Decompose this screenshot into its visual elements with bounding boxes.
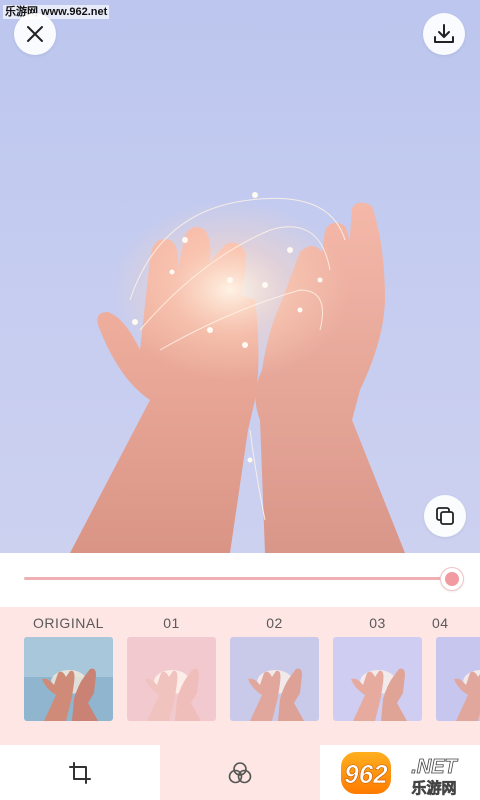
hands-with-lights-photo xyxy=(70,192,405,553)
filter-circles-icon xyxy=(228,761,252,783)
site-logo-watermark: 962 .NET 乐游网 xyxy=(339,750,459,797)
crop-icon xyxy=(69,761,91,784)
photo-preview: 乐游网 www.962.net xyxy=(0,0,480,553)
svg-text:乐游网: 乐游网 xyxy=(411,779,456,797)
filter-item-03[interactable]: 03 xyxy=(333,607,422,745)
filter-item-01[interactable]: 01 xyxy=(127,607,216,745)
crop-tool-button[interactable] xyxy=(0,745,160,800)
intensity-slider[interactable] xyxy=(0,553,480,607)
filter-item-02[interactable]: 02 xyxy=(230,607,319,745)
filter-tool-button[interactable] xyxy=(160,745,320,800)
compare-icon xyxy=(436,507,454,525)
slider-thumb[interactable] xyxy=(441,568,463,590)
download-icon xyxy=(434,24,454,43)
download-button[interactable] xyxy=(423,13,465,55)
svg-text:.NET: .NET xyxy=(411,756,458,778)
svg-text:962: 962 xyxy=(344,759,388,789)
filter-thumbnail[interactable] xyxy=(333,637,422,721)
watermark-text: 乐游网 www.962.net xyxy=(3,5,110,19)
filter-thumbnail[interactable] xyxy=(24,637,113,721)
filter-thumbnail[interactable] xyxy=(127,637,216,721)
filter-label: 04 xyxy=(432,615,449,631)
filter-thumbnail[interactable] xyxy=(436,637,480,721)
close-button[interactable] xyxy=(14,13,56,55)
compare-button[interactable] xyxy=(424,495,466,537)
filter-label: 03 xyxy=(369,615,386,631)
filter-thumbnail[interactable] xyxy=(230,637,319,721)
close-icon xyxy=(27,26,43,42)
filter-item-04[interactable]: 04 xyxy=(432,607,480,745)
filter-item-original[interactable]: ORIGINAL xyxy=(24,607,113,745)
filter-strip: ORIGINAL 01 02 03 04 xyxy=(0,607,480,745)
slider-track[interactable] xyxy=(24,577,452,580)
